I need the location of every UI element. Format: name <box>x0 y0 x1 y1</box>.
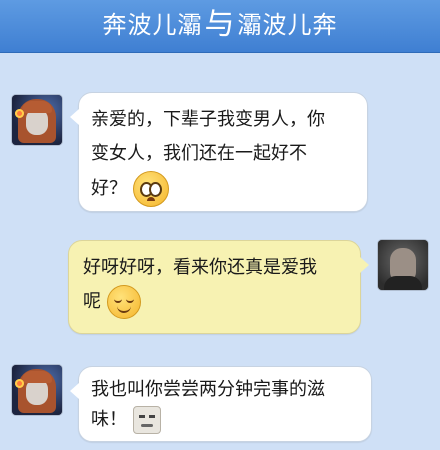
chat-title-separator: 与 <box>204 7 236 42</box>
message-line: 亲爱的，下辈子我变男人，你 <box>91 109 325 130</box>
chat-title-right: 灞波儿奔 <box>237 11 338 39</box>
chat-title-left: 奔波儿灞 <box>102 11 203 39</box>
message-bubble-incoming-1[interactable]: 亲爱的，下辈子我变男人，你 变女人，我们还在一起好不 好？ <box>70 92 368 212</box>
message-bubble-outgoing-1[interactable]: 好呀好呀，看来你还真是爱我 呢 <box>68 240 369 334</box>
meme-face-emoji <box>132 406 161 434</box>
smile-face-emoji <box>106 285 141 319</box>
guy-avatar[interactable] <box>378 240 428 290</box>
message-line: 好呀好呀，看来你还真是爱我 <box>83 257 317 278</box>
girl-avatar[interactable] <box>12 365 62 415</box>
chat-header: 奔波儿灞与灞波儿奔 <box>0 0 440 53</box>
message-line: 好？ <box>91 171 357 207</box>
message-line: 味！ <box>91 405 361 435</box>
message-bubble-incoming-2[interactable]: 我也叫你尝尝两分钟完事的滋 味！ <box>70 366 372 442</box>
girl-avatar[interactable] <box>12 95 62 145</box>
worried-face-emoji <box>132 171 169 207</box>
message-line: 变女人，我们还在一起好不 <box>91 143 307 164</box>
message-line: 呢 <box>83 285 350 319</box>
message-line: 我也叫你尝尝两分钟完事的滋 <box>91 379 325 400</box>
